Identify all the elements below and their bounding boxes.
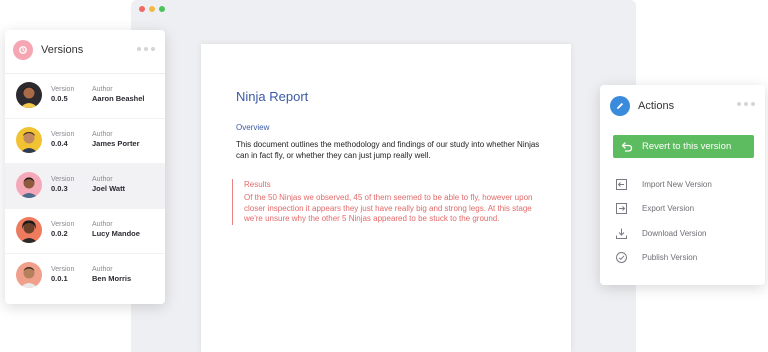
author-name: Ben Morris [92,274,132,283]
results-paragraph: Of the 50 Ninjas we observed, 45 of them… [244,193,533,223]
document-page: Ninja Report Overview This document outl… [201,44,571,352]
revert-button-label: Revert to this version [642,141,732,152]
avatar [16,262,42,288]
version-number: 0.0.4 [51,139,68,148]
minimize-window-dot[interactable] [149,6,155,12]
versions-more-icon[interactable] [137,47,155,51]
avatar [16,82,42,108]
import-icon [614,177,628,191]
close-window-dot[interactable] [139,6,145,12]
download-version-action[interactable]: Download Version [614,221,712,246]
download-icon [614,226,628,240]
action-label: Publish Version [642,253,698,263]
version-row-0-0-1[interactable]: Version 0.0.1 Author Ben Morris [5,253,165,298]
results-section: Results Of the 50 Ninjas we observed, 45… [232,179,542,225]
author-name: Aaron Beashel [92,94,145,103]
export-icon [614,202,628,216]
undo-icon [621,141,633,152]
overview-heading: Overview [236,123,270,132]
actions-more-icon[interactable] [737,102,755,106]
action-label: Import New Version [642,179,712,189]
action-label: Export Version [642,204,695,214]
author-label: Author [92,176,113,183]
results-heading: Results [244,180,271,189]
stage: Ninja Report Overview This document outl… [0,0,768,352]
version-number: 0.0.1 [51,274,68,283]
maximize-window-dot[interactable] [159,6,165,12]
actions-list: Import New Version Export Version Downlo… [614,172,712,270]
version-row-0-0-5[interactable]: Version 0.0.5 Author Aaron Beashel [5,73,165,118]
version-number: 0.0.2 [51,229,68,238]
author-name: Lucy Mandoe [92,229,140,238]
publish-version-action[interactable]: Publish Version [614,246,712,271]
version-number: 0.0.3 [51,184,68,193]
export-version-action[interactable]: Export Version [614,197,712,222]
version-row-0-0-4[interactable]: Version 0.0.4 Author James Porter [5,118,165,163]
revert-to-version-button[interactable]: Revert to this version [613,135,754,158]
versions-list: Version 0.0.5 Author Aaron Beashel Versi… [5,73,165,298]
document-title: Ninja Report [236,89,309,104]
author-label: Author [92,221,113,228]
avatar [16,127,42,153]
actions-panel: Actions Revert to this version Import Ne… [600,85,765,285]
version-label: Version [51,221,75,228]
version-number: 0.0.5 [51,94,68,103]
version-label: Version [51,131,75,138]
versions-icon [13,40,33,60]
actions-title: Actions [638,100,675,112]
author-label: Author [92,266,113,273]
version-label: Version [51,86,75,93]
author-label: Author [92,86,113,93]
overview-paragraph: This document outlines the methodology a… [236,140,540,160]
author-label: Author [92,131,113,138]
author-name: Joel Watt [92,184,126,193]
pencil-icon [610,96,630,116]
version-label: Version [51,176,75,183]
version-label: Version [51,266,75,273]
versions-title: Versions [41,44,84,56]
actions-header: Actions [600,85,765,127]
action-label: Download Version [642,228,707,238]
versions-header: Versions [5,30,165,70]
browser-titlebar [131,0,636,18]
versions-panel: Versions Version 0.0.5 Author Aaron Beas… [5,30,165,304]
avatar [16,217,42,243]
check-circle-icon [614,251,628,265]
version-row-0-0-3[interactable]: Version 0.0.3 Author Joel Watt [5,163,165,208]
avatar [16,172,42,198]
version-row-0-0-2[interactable]: Version 0.0.2 Author Lucy Mandoe [5,208,165,253]
author-name: James Porter [92,139,140,148]
import-new-version-action[interactable]: Import New Version [614,172,712,197]
